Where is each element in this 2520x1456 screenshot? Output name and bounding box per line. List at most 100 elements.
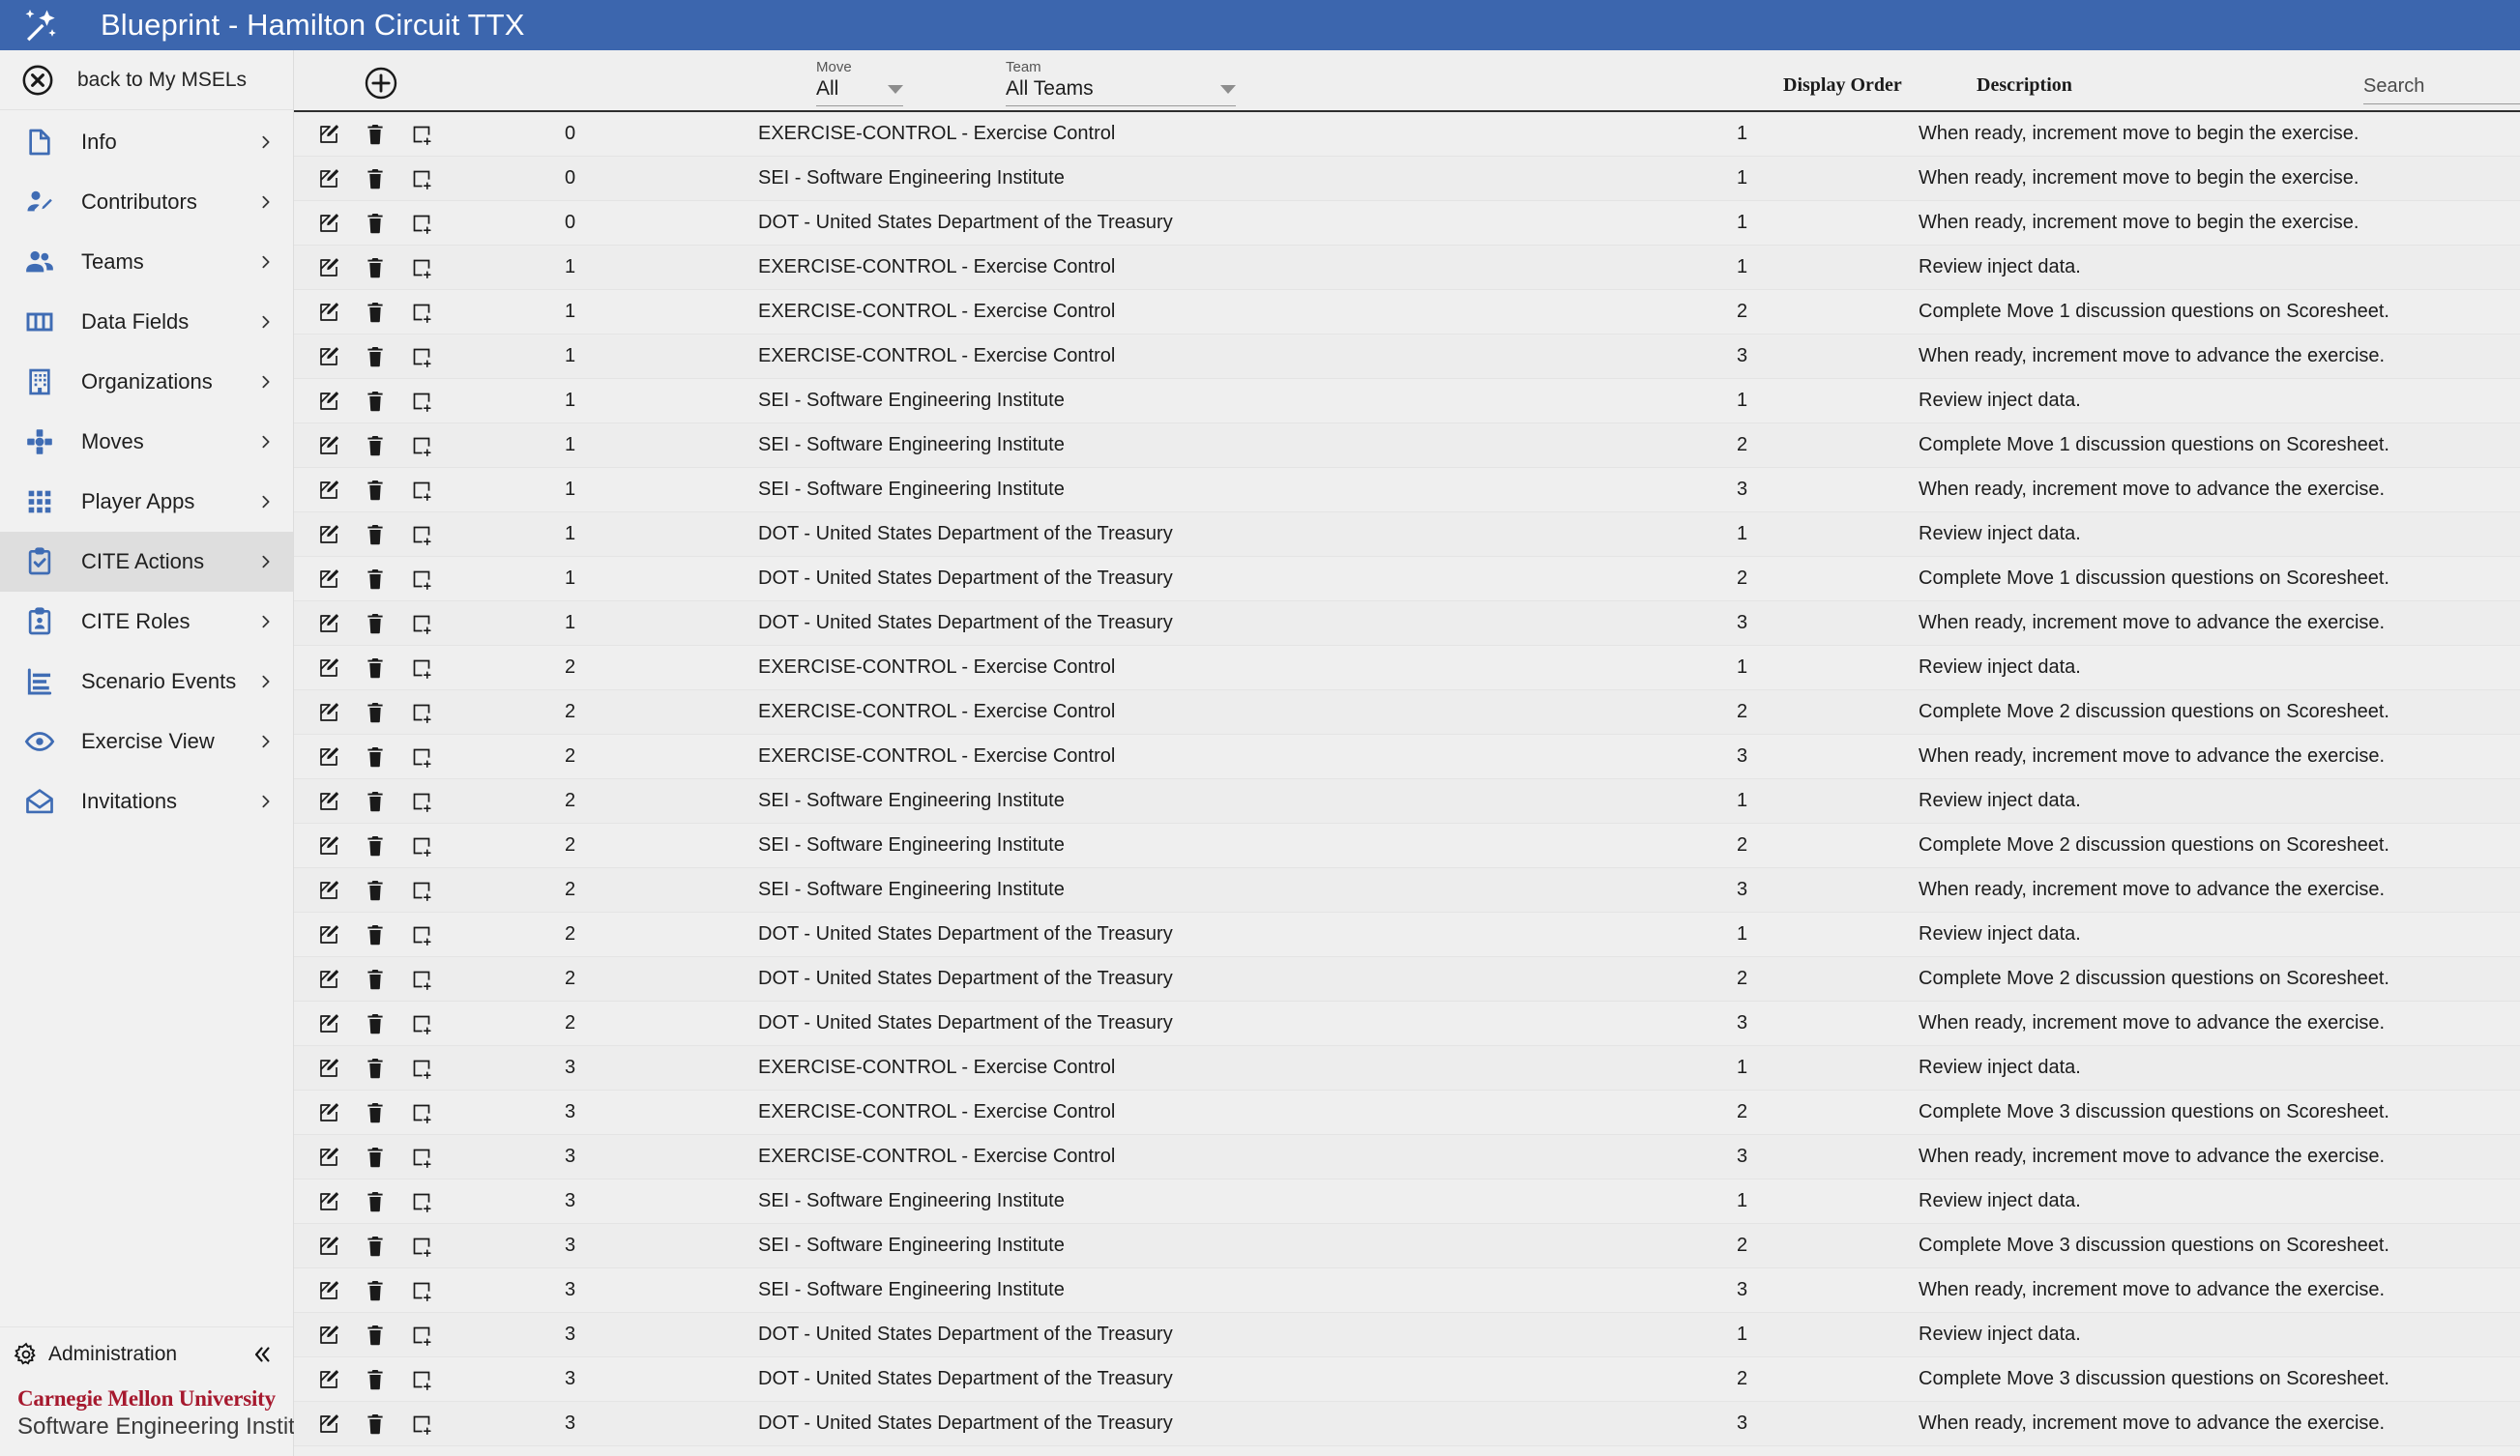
administration-button[interactable]: Administration [0, 1326, 293, 1381]
sidebar-item-teams[interactable]: Teams [0, 232, 293, 292]
add-square-icon[interactable] [410, 345, 433, 368]
add-square-icon[interactable] [410, 701, 433, 724]
add-square-icon[interactable] [410, 1279, 433, 1302]
add-square-icon[interactable] [410, 1101, 433, 1124]
add-square-icon[interactable] [410, 434, 433, 457]
edit-square-icon[interactable] [317, 1368, 340, 1391]
trash-icon[interactable] [364, 790, 387, 813]
table-row[interactable]: 2 SEI - Software Engineering Institute 3… [294, 868, 2520, 913]
trash-icon[interactable] [364, 1235, 387, 1258]
sidebar-item-player-apps[interactable]: Player Apps [0, 472, 293, 532]
table-row[interactable]: 3 EXERCISE-CONTROL - Exercise Control 3 … [294, 1135, 2520, 1179]
add-square-icon[interactable] [410, 790, 433, 813]
add-square-icon[interactable] [410, 256, 433, 279]
edit-square-icon[interactable] [317, 1057, 340, 1080]
table-row[interactable]: 2 EXERCISE-CONTROL - Exercise Control 1 … [294, 646, 2520, 690]
add-square-icon[interactable] [410, 301, 433, 324]
edit-square-icon[interactable] [317, 345, 340, 368]
table-row[interactable]: 1 SEI - Software Engineering Institute 3… [294, 468, 2520, 512]
add-cite-action-button[interactable] [364, 66, 398, 101]
edit-square-icon[interactable] [317, 1412, 340, 1436]
add-square-icon[interactable] [410, 879, 433, 902]
table-row[interactable]: 3 DOT - United States Department of the … [294, 1313, 2520, 1357]
sidebar-item-info[interactable]: Info [0, 112, 293, 172]
add-square-icon[interactable] [410, 1057, 433, 1080]
table-row[interactable]: 2 SEI - Software Engineering Institute 2… [294, 824, 2520, 868]
edit-square-icon[interactable] [317, 1012, 340, 1035]
trash-icon[interactable] [364, 701, 387, 724]
trash-icon[interactable] [364, 301, 387, 324]
trash-icon[interactable] [364, 968, 387, 991]
add-square-icon[interactable] [410, 923, 433, 946]
trash-icon[interactable] [364, 212, 387, 235]
trash-icon[interactable] [364, 523, 387, 546]
trash-icon[interactable] [364, 568, 387, 591]
trash-icon[interactable] [364, 745, 387, 769]
sidebar-item-exercise-view[interactable]: Exercise View [0, 712, 293, 772]
table-row[interactable]: 3 DOT - United States Department of the … [294, 1357, 2520, 1402]
table-row[interactable]: 2 SEI - Software Engineering Institute 1… [294, 779, 2520, 824]
add-square-icon[interactable] [410, 390, 433, 413]
trash-icon[interactable] [364, 923, 387, 946]
table-row[interactable]: 2 EXERCISE-CONTROL - Exercise Control 2 … [294, 690, 2520, 735]
edit-square-icon[interactable] [317, 479, 340, 502]
table-row[interactable]: 2 DOT - United States Department of the … [294, 957, 2520, 1002]
edit-square-icon[interactable] [317, 301, 340, 324]
edit-square-icon[interactable] [317, 1146, 340, 1169]
table-row[interactable]: 1 SEI - Software Engineering Institute 1… [294, 379, 2520, 423]
back-to-msels-button[interactable]: back to My MSELs [0, 50, 293, 110]
table-row[interactable]: 1 EXERCISE-CONTROL - Exercise Control 3 … [294, 335, 2520, 379]
trash-icon[interactable] [364, 123, 387, 146]
table-row[interactable]: 1 DOT - United States Department of the … [294, 557, 2520, 601]
table-row[interactable]: 2 DOT - United States Department of the … [294, 913, 2520, 957]
edit-square-icon[interactable] [317, 1324, 340, 1347]
sidebar-item-invitations[interactable]: Invitations [0, 772, 293, 831]
trash-icon[interactable] [364, 345, 387, 368]
table-row[interactable]: 1 EXERCISE-CONTROL - Exercise Control 2 … [294, 290, 2520, 335]
edit-square-icon[interactable] [317, 879, 340, 902]
trash-icon[interactable] [364, 1057, 387, 1080]
trash-icon[interactable] [364, 1412, 387, 1436]
sidebar-item-organizations[interactable]: Organizations [0, 352, 293, 412]
trash-icon[interactable] [364, 256, 387, 279]
edit-square-icon[interactable] [317, 612, 340, 635]
add-square-icon[interactable] [410, 523, 433, 546]
trash-icon[interactable] [364, 1279, 387, 1302]
edit-square-icon[interactable] [317, 745, 340, 769]
trash-icon[interactable] [364, 1012, 387, 1035]
trash-icon[interactable] [364, 1190, 387, 1213]
table-row[interactable]: 3 EXERCISE-CONTROL - Exercise Control 1 … [294, 1046, 2520, 1091]
table-row[interactable]: 0 DOT - United States Department of the … [294, 201, 2520, 246]
edit-square-icon[interactable] [317, 123, 340, 146]
edit-square-icon[interactable] [317, 167, 340, 190]
add-square-icon[interactable] [410, 612, 433, 635]
add-square-icon[interactable] [410, 656, 433, 680]
table-row[interactable]: 3 SEI - Software Engineering Institute 1… [294, 1179, 2520, 1224]
add-square-icon[interactable] [410, 479, 433, 502]
table-row[interactable]: 0 SEI - Software Engineering Institute 1… [294, 157, 2520, 201]
add-square-icon[interactable] [410, 1368, 433, 1391]
edit-square-icon[interactable] [317, 523, 340, 546]
add-square-icon[interactable] [410, 745, 433, 769]
trash-icon[interactable] [364, 1368, 387, 1391]
trash-icon[interactable] [364, 656, 387, 680]
edit-square-icon[interactable] [317, 1190, 340, 1213]
table-row[interactable]: 3 SEI - Software Engineering Institute 2… [294, 1224, 2520, 1268]
edit-square-icon[interactable] [317, 656, 340, 680]
add-square-icon[interactable] [410, 1012, 433, 1035]
add-square-icon[interactable] [410, 1235, 433, 1258]
add-square-icon[interactable] [410, 212, 433, 235]
team-filter[interactable]: Team All Teams [1006, 59, 1236, 106]
add-square-icon[interactable] [410, 1146, 433, 1169]
table-row[interactable]: 1 EXERCISE-CONTROL - Exercise Control 1 … [294, 246, 2520, 290]
edit-square-icon[interactable] [317, 434, 340, 457]
edit-square-icon[interactable] [317, 1101, 340, 1124]
edit-square-icon[interactable] [317, 923, 340, 946]
table-row[interactable]: 2 EXERCISE-CONTROL - Exercise Control 3 … [294, 735, 2520, 779]
add-square-icon[interactable] [410, 568, 433, 591]
trash-icon[interactable] [364, 1146, 387, 1169]
add-square-icon[interactable] [410, 1190, 433, 1213]
move-filter-select[interactable]: All [816, 77, 903, 106]
team-filter-select[interactable]: All Teams [1006, 77, 1236, 106]
edit-square-icon[interactable] [317, 212, 340, 235]
